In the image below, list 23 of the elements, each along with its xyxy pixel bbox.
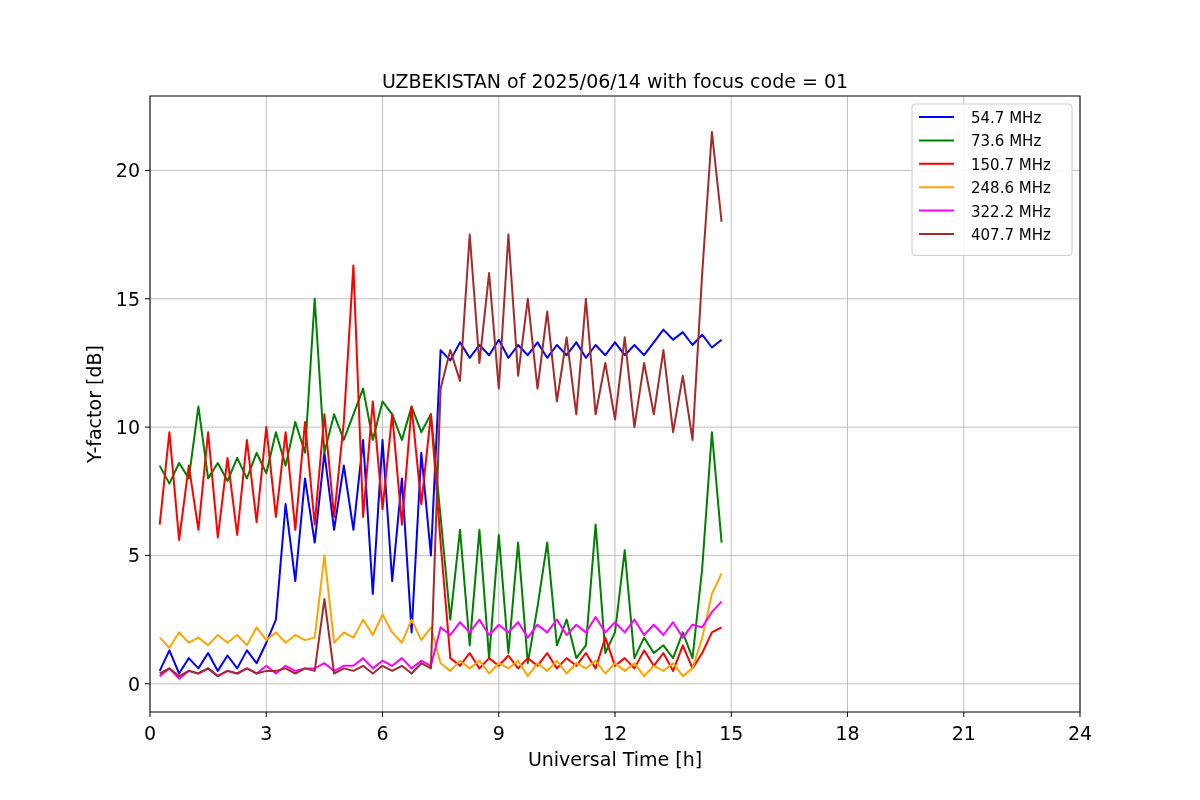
x-tick-label: 6 [376, 722, 389, 744]
legend-label: 322.2 MHz [971, 202, 1051, 221]
legend-label: 150.7 MHz [971, 155, 1051, 174]
x-tick-label: 15 [719, 722, 744, 744]
x-tick-label: 0 [143, 722, 157, 744]
y-tick-label: 15 [115, 287, 140, 310]
x-tick-label: 24 [1067, 722, 1093, 744]
legend-label: 248.6 MHz [971, 179, 1051, 198]
y-tick-label: 5 [127, 544, 140, 567]
legend-label: 54.7 MHz [971, 109, 1042, 127]
legend-label: 73.6 MHz [971, 132, 1042, 151]
y-axis-label: Y-factor [dB] [83, 345, 105, 463]
y-tick-label: 20 [115, 159, 140, 182]
legend-label: 407.7 MHz [971, 226, 1051, 244]
x-tick-label: 3 [260, 722, 273, 744]
x-tick-label: 9 [492, 722, 505, 744]
chart-title: UZBEKISTAN of 2025/06/14 with focus code = 01 [381, 70, 849, 92]
x-tick-label: 21 [951, 722, 976, 744]
x-tick-label: 12 [602, 722, 628, 744]
y-tick-label: 0 [127, 672, 140, 695]
y-tick-label: 10 [115, 416, 140, 439]
x-tick-label: 18 [835, 722, 860, 744]
x-axis-label: Universal Time [h] [527, 748, 703, 770]
